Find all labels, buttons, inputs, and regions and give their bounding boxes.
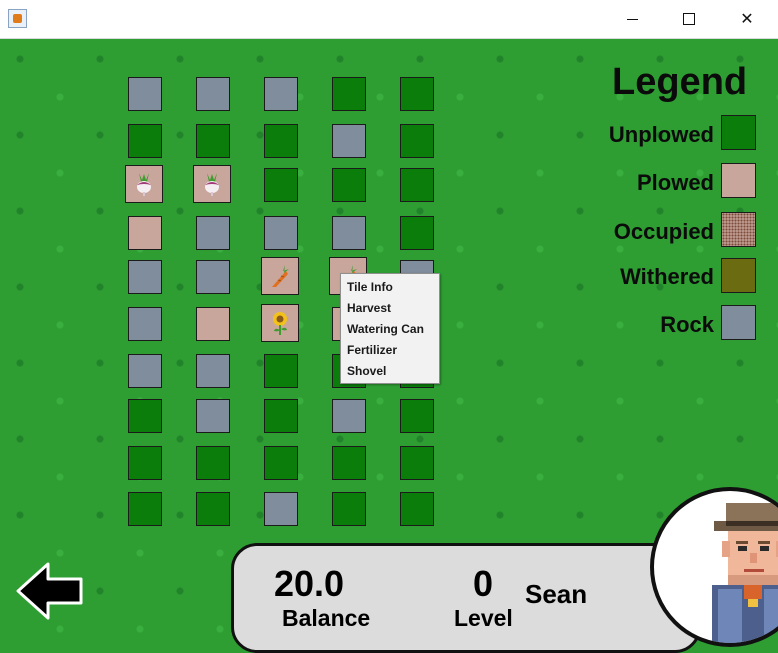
close-button[interactable]: ✕: [724, 0, 770, 38]
close-icon: ✕: [740, 11, 754, 28]
farm-tile-unplowed[interactable]: [196, 124, 230, 158]
farm-tile-rock[interactable]: [128, 354, 162, 388]
maximize-icon: [683, 13, 695, 25]
legend-label-rock: Rock: [660, 312, 714, 337]
turnip-icon: [205, 173, 219, 196]
tile-context-menu: Tile Info Harvest Watering Can Fertilize…: [340, 273, 440, 384]
farm-tile-unplowed[interactable]: [196, 446, 230, 480]
menu-item-tile-info[interactable]: Tile Info: [347, 280, 393, 294]
farm-tile-rock[interactable]: [332, 399, 366, 433]
farm-tile-unplowed[interactable]: [128, 399, 162, 433]
farm-tile-rock[interactable]: [196, 260, 230, 294]
legend-swatch-rock: [721, 305, 756, 340]
farm-tile-rock[interactable]: [196, 77, 230, 111]
player-name: Sean: [525, 579, 588, 609]
farm-tile-rock[interactable]: [196, 354, 230, 388]
farm-tile-plowed[interactable]: [196, 307, 230, 341]
farm-tile-rock[interactable]: [264, 77, 298, 111]
farm-tile-unplowed[interactable]: [128, 492, 162, 526]
minimize-icon: [626, 18, 638, 20]
farm-tile-rock[interactable]: [264, 216, 298, 250]
legend-label-plowed: Plowed: [636, 170, 714, 195]
legend-label-occupied: Occupied: [613, 219, 714, 244]
farm-tile-rock[interactable]: [332, 216, 366, 250]
back-button[interactable]: [15, 560, 85, 622]
farm-tile-unplowed[interactable]: [400, 168, 434, 202]
menu-item-fertilizer[interactable]: Fertilizer: [347, 343, 397, 357]
farm-tile-unplowed[interactable]: [400, 216, 434, 250]
farm-tile-plowed[interactable]: [128, 216, 162, 250]
farm-tile-turnip[interactable]: [125, 165, 163, 203]
java-cup-icon: [8, 9, 27, 28]
farm-tile-rock[interactable]: [332, 124, 366, 158]
farm-tile-unplowed[interactable]: [400, 446, 434, 480]
farm-tile-rock[interactable]: [196, 399, 230, 433]
turnip-icon: [137, 173, 151, 196]
farm-tile-unplowed[interactable]: [400, 77, 434, 111]
back-arrow-icon: [16, 562, 83, 620]
farm-tile-rock[interactable]: [196, 216, 230, 250]
menu-item-watering-can[interactable]: Watering Can: [347, 322, 424, 336]
menu-item-shovel[interactable]: Shovel: [347, 364, 386, 378]
legend-swatch-unplowed: [721, 115, 756, 150]
legend-swatch-withered: [721, 258, 756, 293]
farm-tile-unplowed[interactable]: [196, 492, 230, 526]
maximize-button[interactable]: [666, 0, 712, 38]
legend-label-unplowed: Unplowed: [608, 122, 714, 147]
farm-tile-unplowed[interactable]: [128, 446, 162, 480]
title-bar: ✕: [0, 0, 778, 39]
farm-tile-unplowed[interactable]: [264, 124, 298, 158]
farm-tile-carrot[interactable]: [261, 257, 299, 295]
level-label: Level: [454, 605, 513, 631]
legend-swatch-occupied: [721, 212, 756, 247]
farm-tile-sunflower[interactable]: [261, 304, 299, 342]
farm-tile-rock[interactable]: [128, 260, 162, 294]
farm-tile-rock[interactable]: [264, 492, 298, 526]
farm-tile-unplowed[interactable]: [264, 446, 298, 480]
farm-tile-unplowed[interactable]: [264, 354, 298, 388]
farm-tile-unplowed[interactable]: [332, 77, 366, 111]
farm-tile-rock[interactable]: [128, 77, 162, 111]
farm-tile-unplowed[interactable]: [264, 168, 298, 202]
legend-swatch-plowed: [721, 163, 756, 198]
farm-tile-turnip[interactable]: [193, 165, 231, 203]
farm-tile-unplowed[interactable]: [332, 168, 366, 202]
legend-label-withered: Withered: [620, 264, 714, 289]
balance-label: Balance: [282, 605, 371, 631]
farm-tile-unplowed[interactable]: [400, 399, 434, 433]
legend-title: Legend: [612, 61, 748, 103]
farm-tile-rock[interactable]: [128, 307, 162, 341]
minimize-button[interactable]: [609, 0, 655, 38]
farm-tile-unplowed[interactable]: [400, 124, 434, 158]
farm-tile-unplowed[interactable]: [400, 492, 434, 526]
sunflower-icon: [273, 312, 287, 335]
farm-tile-unplowed[interactable]: [332, 492, 366, 526]
balance-value: 20.0: [274, 563, 345, 604]
farm-tile-unplowed[interactable]: [128, 124, 162, 158]
carrot-icon: [272, 265, 289, 287]
level-value: 0: [473, 563, 494, 604]
farm-tile-unplowed[interactable]: [264, 399, 298, 433]
farm-tile-unplowed[interactable]: [332, 446, 366, 480]
menu-item-harvest[interactable]: Harvest: [347, 301, 391, 315]
farmer-avatar-icon: [712, 503, 778, 643]
